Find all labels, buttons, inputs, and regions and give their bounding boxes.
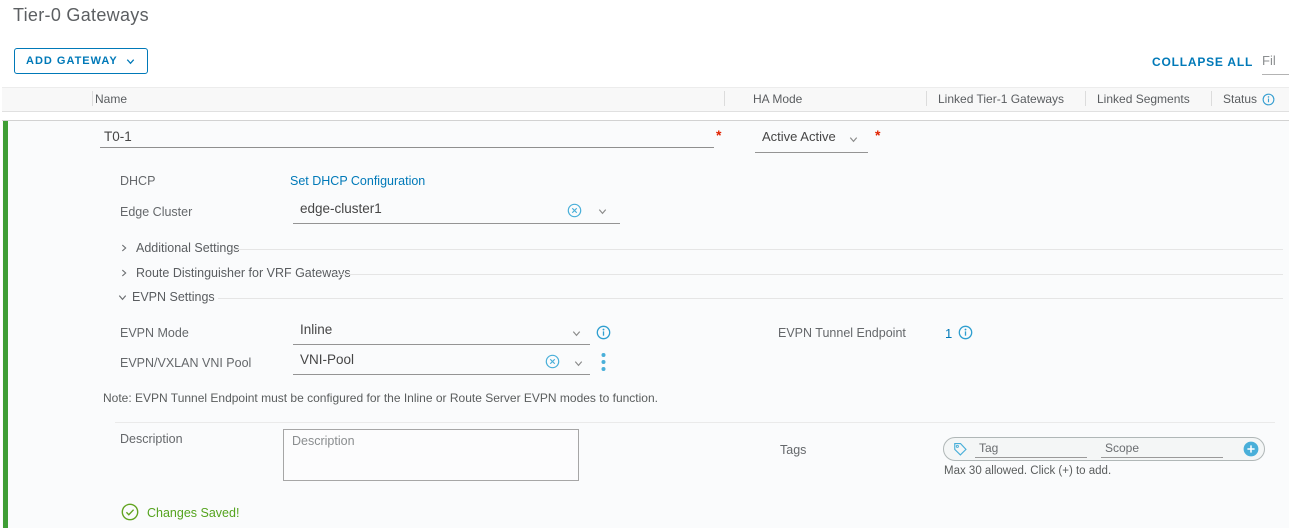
save-status-message: Changes Saved! <box>147 506 239 520</box>
chevron-down-icon <box>573 358 584 369</box>
vni-pool-label: EVPN/VXLAN VNI Pool <box>120 356 251 370</box>
chevron-right-icon <box>119 268 129 278</box>
section-evpn-settings[interactable]: EVPN Settings <box>117 290 215 304</box>
chevron-down-icon <box>125 56 136 67</box>
chevron-down-icon <box>571 328 582 339</box>
section-rule <box>218 298 1283 299</box>
info-icon[interactable] <box>1262 93 1275 106</box>
add-gateway-button[interactable]: ADD GATEWAY <box>14 48 148 74</box>
more-actions-icon[interactable] <box>601 352 606 372</box>
required-marker: * <box>716 127 721 143</box>
dhcp-label: DHCP <box>120 174 155 188</box>
evpn-tunnel-endpoint-value[interactable]: 1 <box>945 326 952 341</box>
tags-hint: Max 30 allowed. Click (+) to add. <box>944 465 1111 477</box>
column-divider <box>926 91 927 106</box>
evpn-mode-select[interactable]: Inline <box>293 322 590 345</box>
ha-mode-value: Active Active <box>755 129 836 144</box>
row-status-bar <box>3 121 8 528</box>
tags-label: Tags <box>780 443 806 457</box>
add-tag-button[interactable] <box>1243 441 1259 457</box>
page-title: Tier-0 Gateways <box>13 5 149 26</box>
filter-label: Fil <box>1262 53 1276 68</box>
column-header-linked-segments[interactable]: Linked Segments <box>1097 92 1190 106</box>
edge-cluster-select[interactable]: edge-cluster1 <box>293 201 620 224</box>
column-header-ha-mode[interactable]: HA Mode <box>753 92 802 106</box>
tag-input[interactable] <box>975 441 1087 458</box>
section-label: Route Distinguisher for VRF Gateways <box>136 266 351 280</box>
vni-pool-select[interactable]: VNI-Pool <box>293 352 590 375</box>
column-header-linked-tier1[interactable]: Linked Tier-1 Gateways <box>938 92 1064 106</box>
clear-selection-icon[interactable] <box>567 203 582 218</box>
description-label: Description <box>120 432 183 446</box>
info-icon[interactable] <box>596 325 611 340</box>
column-divider <box>92 91 93 106</box>
chevron-right-icon <box>119 243 129 253</box>
section-route-distinguisher[interactable]: Route Distinguisher for VRF Gateways <box>119 266 351 280</box>
column-divider <box>1085 91 1086 106</box>
tag-icon <box>953 442 967 456</box>
chevron-down-icon <box>117 292 128 303</box>
gateway-name-input[interactable] <box>100 129 714 148</box>
description-textarea[interactable] <box>283 429 579 481</box>
clear-selection-icon[interactable] <box>545 354 560 369</box>
column-divider <box>1211 91 1212 106</box>
section-rule <box>333 274 1283 275</box>
required-marker: * <box>875 127 880 143</box>
tags-editor <box>943 437 1265 461</box>
ha-mode-select[interactable]: Active Active <box>755 129 868 153</box>
tier0-gateways-page: Tier-0 Gateways ADD GATEWAY COLLAPSE ALL… <box>0 0 1289 528</box>
scope-input[interactable] <box>1101 441 1223 458</box>
status-header-label: Status <box>1223 92 1257 106</box>
edge-cluster-label: Edge Cluster <box>120 205 192 219</box>
vni-pool-value: VNI-Pool <box>293 352 354 367</box>
table-header: Name HA Mode Linked Tier-1 Gateways Link… <box>2 87 1289 112</box>
info-icon[interactable] <box>958 325 973 340</box>
form-divider <box>115 422 1275 423</box>
success-check-icon <box>121 503 139 521</box>
set-dhcp-configuration-link[interactable]: Set DHCP Configuration <box>290 174 425 188</box>
evpn-tunnel-endpoint-label: EVPN Tunnel Endpoint <box>778 326 906 340</box>
edge-cluster-value: edge-cluster1 <box>293 201 382 216</box>
evpn-note: Note: EVPN Tunnel Endpoint must be confi… <box>103 391 658 405</box>
column-header-name[interactable]: Name <box>95 92 127 106</box>
column-header-status[interactable]: Status <box>1223 92 1275 106</box>
evpn-mode-label: EVPN Mode <box>120 326 189 340</box>
collapse-all-button[interactable]: COLLAPSE ALL <box>1152 55 1253 69</box>
add-gateway-label: ADD GATEWAY <box>26 55 118 67</box>
chevron-down-icon <box>848 134 859 145</box>
section-label: Additional Settings <box>136 241 240 255</box>
chevron-down-icon <box>597 206 608 217</box>
section-label: EVPN Settings <box>132 290 215 304</box>
column-divider <box>724 91 725 106</box>
filter-input[interactable]: Fil <box>1262 53 1289 75</box>
evpn-mode-value: Inline <box>293 322 332 337</box>
section-rule <box>233 249 1283 250</box>
section-additional-settings[interactable]: Additional Settings <box>119 241 240 255</box>
